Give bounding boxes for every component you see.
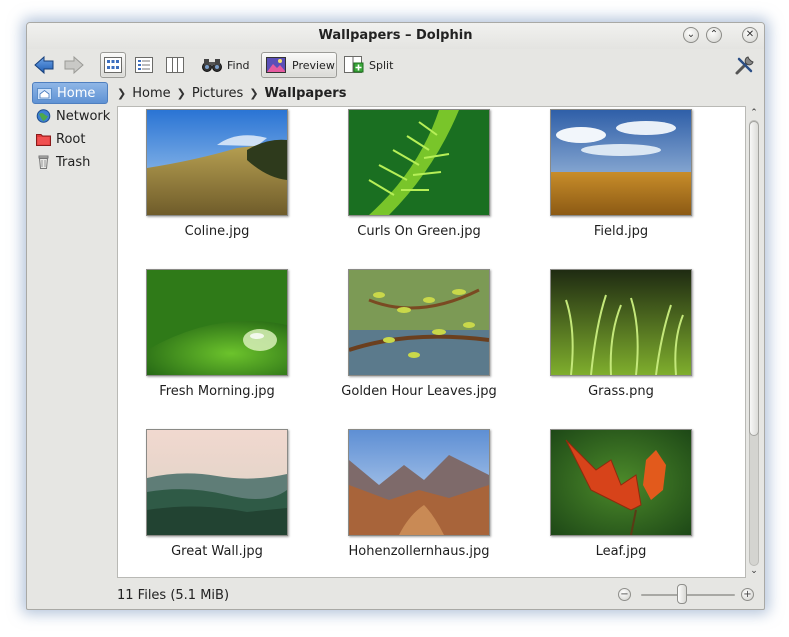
details-view-button[interactable] — [131, 52, 157, 78]
root-folder-icon — [36, 134, 51, 146]
file-item-curls-on-green[interactable]: Curls On Green.jpg — [339, 109, 499, 244]
file-item-coline[interactable]: Coline.jpg — [137, 109, 297, 244]
details-view-icon — [135, 57, 153, 73]
split-button[interactable]: Split — [344, 52, 398, 78]
file-name: Leaf.jpg — [595, 544, 647, 559]
file-name: Coline.jpg — [184, 224, 250, 239]
file-item-golden-hour-leaves[interactable]: Golden Hour Leaves.jpg — [339, 269, 499, 404]
breadcrumb-current[interactable]: Wallpapers — [265, 86, 347, 101]
scroll-thumb[interactable] — [749, 121, 759, 436]
back-button[interactable] — [33, 52, 57, 78]
find-button[interactable]: Find — [201, 52, 255, 78]
status-bar: 11 Files (5.1 MiB) − + — [27, 581, 764, 609]
zoom-slider-handle[interactable] — [677, 584, 687, 604]
window-title: Wallpapers – Dolphin — [318, 28, 473, 43]
columns-view-button[interactable] — [162, 52, 188, 78]
chevron-right-icon: ❯ — [176, 86, 186, 100]
home-folder-icon — [37, 88, 52, 100]
arrow-left-icon — [34, 55, 54, 75]
zoom-out-icon[interactable]: − — [618, 588, 631, 601]
file-name: Golden Hour Leaves.jpg — [341, 384, 497, 399]
configure-button[interactable] — [734, 52, 758, 78]
file-name: Hohenzollernhaus.jpg — [348, 544, 490, 559]
vertical-scrollbar[interactable]: ⌃ ⌄ — [746, 106, 762, 578]
preview-label: Preview — [292, 58, 335, 72]
preview-toggle-button[interactable]: Preview — [261, 52, 337, 78]
thumbnail-golden-hour-leaves — [348, 269, 490, 376]
thumbnail-field — [550, 109, 692, 216]
status-text: 11 Files (5.1 MiB) — [117, 588, 230, 603]
scroll-down-icon[interactable]: ⌄ — [749, 566, 759, 576]
file-item-grass[interactable]: Grass.png — [541, 269, 701, 404]
place-label: Root — [56, 131, 86, 147]
split-view-icon — [344, 56, 364, 73]
breadcrumb-pictures[interactable]: Pictures — [192, 86, 243, 101]
zoom-in-icon[interactable]: + — [741, 588, 754, 601]
maximize-button[interactable]: ⌃ — [706, 27, 722, 43]
file-name: Curls On Green.jpg — [357, 224, 481, 239]
close-button[interactable]: ✕ — [742, 27, 758, 43]
place-label: Trash — [56, 154, 91, 170]
thumbnail-fresh-morning — [146, 269, 288, 376]
place-label: Network — [56, 108, 111, 124]
arrow-right-icon — [64, 55, 84, 75]
thumbnail-curls-on-green — [348, 109, 490, 216]
file-item-hohenzollernhaus[interactable]: Hohenzollernhaus.jpg — [339, 429, 499, 564]
chevron-right-icon: ❯ — [117, 86, 127, 100]
scroll-up-icon[interactable]: ⌃ — [749, 108, 759, 118]
file-item-great-wall[interactable]: Great Wall.jpg — [137, 429, 297, 564]
icons-view-button[interactable] — [100, 52, 126, 78]
file-name: Grass.png — [588, 384, 654, 399]
thumbnail-great-wall — [146, 429, 288, 536]
split-label: Split — [369, 58, 394, 72]
place-trash[interactable]: Trash — [32, 151, 108, 173]
thumbnail-grass — [550, 269, 692, 376]
place-root[interactable]: Root — [32, 128, 108, 150]
icons-view-icon — [104, 57, 122, 73]
thumbnail-coline — [146, 109, 288, 216]
columns-view-icon — [166, 57, 184, 73]
toolbar: Find Preview Split — [27, 49, 764, 81]
file-view[interactable]: Coline.jpg Curls On Green.jpg Field.jpg … — [117, 106, 746, 578]
file-item-leaf[interactable]: Leaf.jpg — [541, 429, 701, 564]
titlebar[interactable]: Wallpapers – Dolphin ⌄ ⌃ ✕ — [27, 23, 764, 49]
places-panel: Home Network Root Trash — [30, 81, 110, 606]
network-globe-icon — [36, 109, 51, 123]
place-home[interactable]: Home — [32, 82, 108, 104]
preview-image-icon — [266, 57, 286, 73]
chevron-right-icon: ❯ — [249, 86, 259, 100]
thumbnail-hohenzollernhaus — [348, 429, 490, 536]
file-name: Fresh Morning.jpg — [159, 384, 275, 399]
file-item-fresh-morning[interactable]: Fresh Morning.jpg — [137, 269, 297, 404]
trash-icon — [38, 155, 49, 169]
breadcrumb: ❯ Home ❯ Pictures ❯ Wallpapers — [115, 81, 755, 105]
place-network[interactable]: Network — [32, 105, 111, 127]
place-label: Home — [57, 85, 96, 101]
thumbnail-leaf — [550, 429, 692, 536]
minimize-button[interactable]: ⌄ — [683, 27, 699, 43]
forward-button[interactable] — [63, 52, 87, 78]
zoom-slider-track[interactable] — [641, 594, 735, 596]
dolphin-window: Wallpapers – Dolphin ⌄ ⌃ ✕ Find Preview … — [26, 22, 765, 610]
find-label: Find — [227, 58, 250, 72]
file-name: Great Wall.jpg — [171, 544, 263, 559]
binoculars-icon — [202, 59, 222, 72]
file-item-field[interactable]: Field.jpg — [541, 109, 701, 244]
wrench-screwdriver-icon — [735, 56, 754, 75]
breadcrumb-home[interactable]: Home — [132, 86, 170, 101]
file-name: Field.jpg — [593, 224, 649, 239]
